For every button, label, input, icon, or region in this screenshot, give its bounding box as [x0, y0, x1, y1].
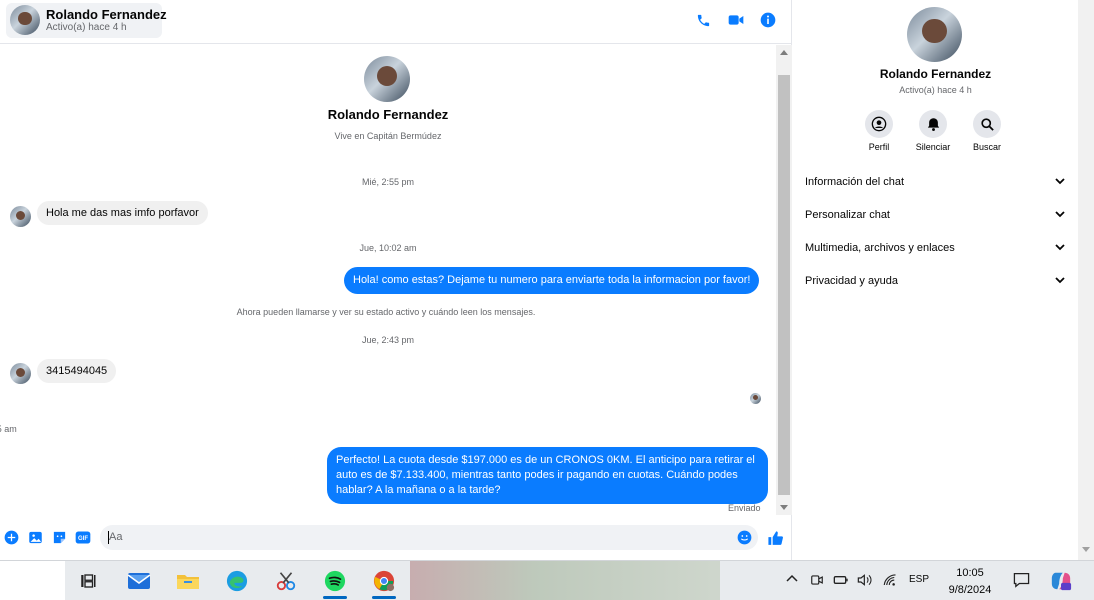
- timestamp: Mié, 2:55 pm: [361, 177, 415, 187]
- avatar: [10, 5, 40, 35]
- copilot-icon[interactable]: [1050, 570, 1072, 595]
- chat-pane: Rolando Fernandez Activo(a) hace 4 h Rol…: [0, 0, 792, 560]
- battery-icon[interactable]: [833, 573, 849, 590]
- mute-label: Silenciar: [915, 142, 951, 152]
- task-view-icon[interactable]: [70, 566, 106, 596]
- app-window: Rolando Fernandez Activo(a) hace 4 h Rol…: [0, 0, 1094, 600]
- contact-name: Rolando Fernandez: [46, 7, 167, 22]
- mail-icon[interactable]: [121, 566, 157, 596]
- message-input[interactable]: Aa: [100, 525, 758, 550]
- menu-chat-info[interactable]: Información del chat: [805, 174, 1065, 190]
- clock-time: 10:05: [956, 567, 984, 579]
- scroll-down-arrow[interactable]: [1082, 547, 1090, 552]
- edge-icon[interactable]: [219, 566, 255, 596]
- search-icon: [973, 110, 1001, 138]
- clock[interactable]: 10:05 9/8/2024: [940, 565, 1000, 599]
- bell-icon: [919, 110, 947, 138]
- sender-avatar[interactable]: [10, 363, 31, 384]
- wifi-icon[interactable]: [883, 573, 898, 590]
- chat-info-panel: Rolando Fernandez Activo(a) hace 4 h Per…: [793, 0, 1078, 560]
- seen-avatar: [750, 393, 761, 404]
- menu-label: Personalizar chat: [805, 209, 890, 221]
- info-avatar[interactable]: [907, 7, 962, 62]
- clock-date: 9/8/2024: [948, 584, 992, 596]
- search-button[interactable]: Buscar: [962, 110, 1012, 152]
- message-line: hablar? A la mañana o a la tarde?: [336, 484, 501, 496]
- volume-icon[interactable]: [857, 573, 873, 590]
- message-outgoing[interactable]: Perfecto! La cuota desde $197.000 es de …: [327, 447, 768, 504]
- chevron-down-icon: [1055, 242, 1065, 254]
- profile-button[interactable]: Perfil: [854, 110, 904, 152]
- message-line: Perfecto! La cuota desde $197.000 es de …: [336, 454, 755, 466]
- sticker-icon[interactable]: [52, 530, 67, 545]
- menu-privacy-help[interactable]: Privacidad y ayuda: [805, 273, 1065, 289]
- like-icon[interactable]: [767, 530, 784, 547]
- chevron-down-icon: [1055, 209, 1065, 221]
- message-incoming[interactable]: 3415494045: [37, 359, 117, 383]
- message-incoming[interactable]: Hola me das mas imfo porfavor: [37, 201, 208, 225]
- snipping-tool-icon[interactable]: [268, 566, 304, 596]
- chat-scrollbar[interactable]: [776, 45, 792, 515]
- contact-header-button[interactable]: Rolando Fernandez Activo(a) hace 4 h: [6, 3, 167, 38]
- file-explorer-icon[interactable]: [170, 566, 206, 596]
- spotify-icon[interactable]: [317, 566, 353, 599]
- text-caret: [108, 531, 109, 544]
- notice-text: Ahora pueden llamarse y ver su estado ac…: [236, 307, 536, 317]
- chevron-down-icon: [1055, 176, 1065, 188]
- chevron-up-icon[interactable]: [786, 573, 798, 588]
- timestamp: Jue, 2:43 pm: [361, 335, 415, 345]
- menu-media-files[interactable]: Multimedia, archivos y enlaces: [805, 240, 1065, 256]
- chat-header: Rolando Fernandez Activo(a) hace 4 h: [0, 0, 792, 44]
- scroll-thumb[interactable]: [778, 75, 790, 495]
- image-icon[interactable]: [28, 530, 43, 545]
- info-icon[interactable]: [758, 10, 778, 30]
- composer: GIF Aa: [0, 518, 792, 558]
- search-label: Buscar: [972, 142, 1001, 152]
- timestamp: 10:05 am: [0, 424, 17, 434]
- notification-icon[interactable]: [1013, 572, 1030, 591]
- info-status: Activo(a) hace 4 h: [899, 85, 972, 95]
- emoji-icon[interactable]: [737, 530, 752, 545]
- scroll-up-arrow[interactable]: [780, 50, 788, 55]
- menu-customize-chat[interactable]: Personalizar chat: [805, 207, 1065, 223]
- profile-label: Perfil: [868, 142, 890, 152]
- profile-name: Rolando Fernandez: [327, 107, 449, 122]
- panel-scrollbar[interactable]: [1078, 0, 1094, 560]
- language-indicator[interactable]: ESP: [909, 574, 929, 585]
- gif-icon[interactable]: GIF: [75, 530, 91, 545]
- menu-label: Información del chat: [805, 176, 905, 188]
- gif-label: GIF: [78, 536, 88, 542]
- plus-icon[interactable]: [4, 530, 19, 545]
- meet-icon[interactable]: [810, 573, 824, 590]
- profile-avatar[interactable]: [364, 56, 410, 102]
- profile-icon: [865, 110, 893, 138]
- menu-label: Multimedia, archivos y enlaces: [805, 242, 955, 254]
- info-name: Rolando Fernandez: [879, 67, 992, 81]
- wallpaper-strip: [410, 561, 720, 600]
- sent-status: Enviado: [728, 503, 761, 513]
- taskbar: ESP 10:05 9/8/2024: [0, 560, 1094, 600]
- contact-status: Activo(a) hace 4 h: [46, 22, 127, 33]
- timestamp: Jue, 10:02 am: [359, 243, 417, 253]
- chrome-icon[interactable]: [366, 566, 402, 599]
- menu-label: Privacidad y ayuda: [805, 275, 898, 287]
- taskbar-blank: [0, 561, 65, 600]
- sender-avatar[interactable]: [10, 206, 31, 227]
- mute-button[interactable]: Silenciar: [908, 110, 958, 152]
- chevron-down-icon: [1055, 275, 1065, 287]
- message-outgoing[interactable]: Hola! como estas? Dejame tu numero para …: [344, 267, 760, 294]
- profile-location: Vive en Capitán Bermúdez: [334, 131, 442, 141]
- scroll-down-arrow[interactable]: [780, 505, 788, 510]
- message-line: auto es de $7.133.400, mientras tanto po…: [336, 469, 738, 481]
- phone-icon[interactable]: [693, 10, 713, 30]
- video-call-icon[interactable]: [726, 10, 746, 30]
- message-list[interactable]: Rolando Fernandez Vive en Capitán Bermúd…: [0, 45, 776, 515]
